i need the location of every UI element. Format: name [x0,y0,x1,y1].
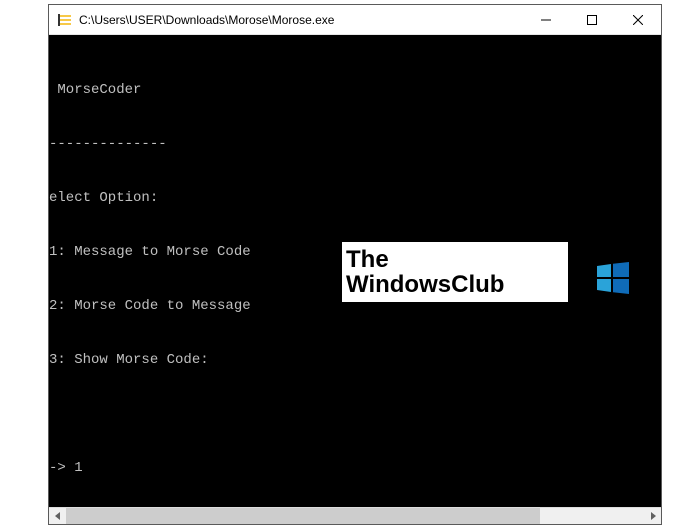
console-line: MorseCoder [49,81,661,99]
windows-logo-icon [530,244,562,276]
window-controls [523,5,661,34]
window-title: C:\Users\USER\Downloads\Morose\Morose.ex… [79,13,523,27]
scroll-right-button[interactable] [644,508,661,524]
watermark-text: The WindowsClub [346,247,504,297]
minimize-button[interactable] [523,5,569,34]
console-line [49,405,661,423]
titlebar[interactable]: C:\Users\USER\Downloads\Morose\Morose.ex… [49,5,661,35]
maximize-button[interactable] [569,5,615,34]
scrollbar-track[interactable] [66,508,644,524]
close-button[interactable] [615,5,661,34]
app-window: C:\Users\USER\Downloads\Morose\Morose.ex… [48,4,662,525]
console-line: -> 1 [49,459,661,477]
console-line: 3: Show Morse Code: [49,351,661,369]
app-icon [57,12,73,28]
horizontal-scrollbar[interactable] [49,507,661,524]
scrollbar-thumb[interactable] [66,508,540,524]
watermark-overlay: The WindowsClub [342,242,568,302]
watermark-line1: The [346,247,504,272]
console-line: elect Option: [49,189,661,207]
watermark-line2: WindowsClub [346,272,504,297]
console-output[interactable]: MorseCoder -------------- elect Option: … [49,35,661,507]
scroll-left-button[interactable] [49,508,66,524]
console-line: -------------- [49,135,661,153]
